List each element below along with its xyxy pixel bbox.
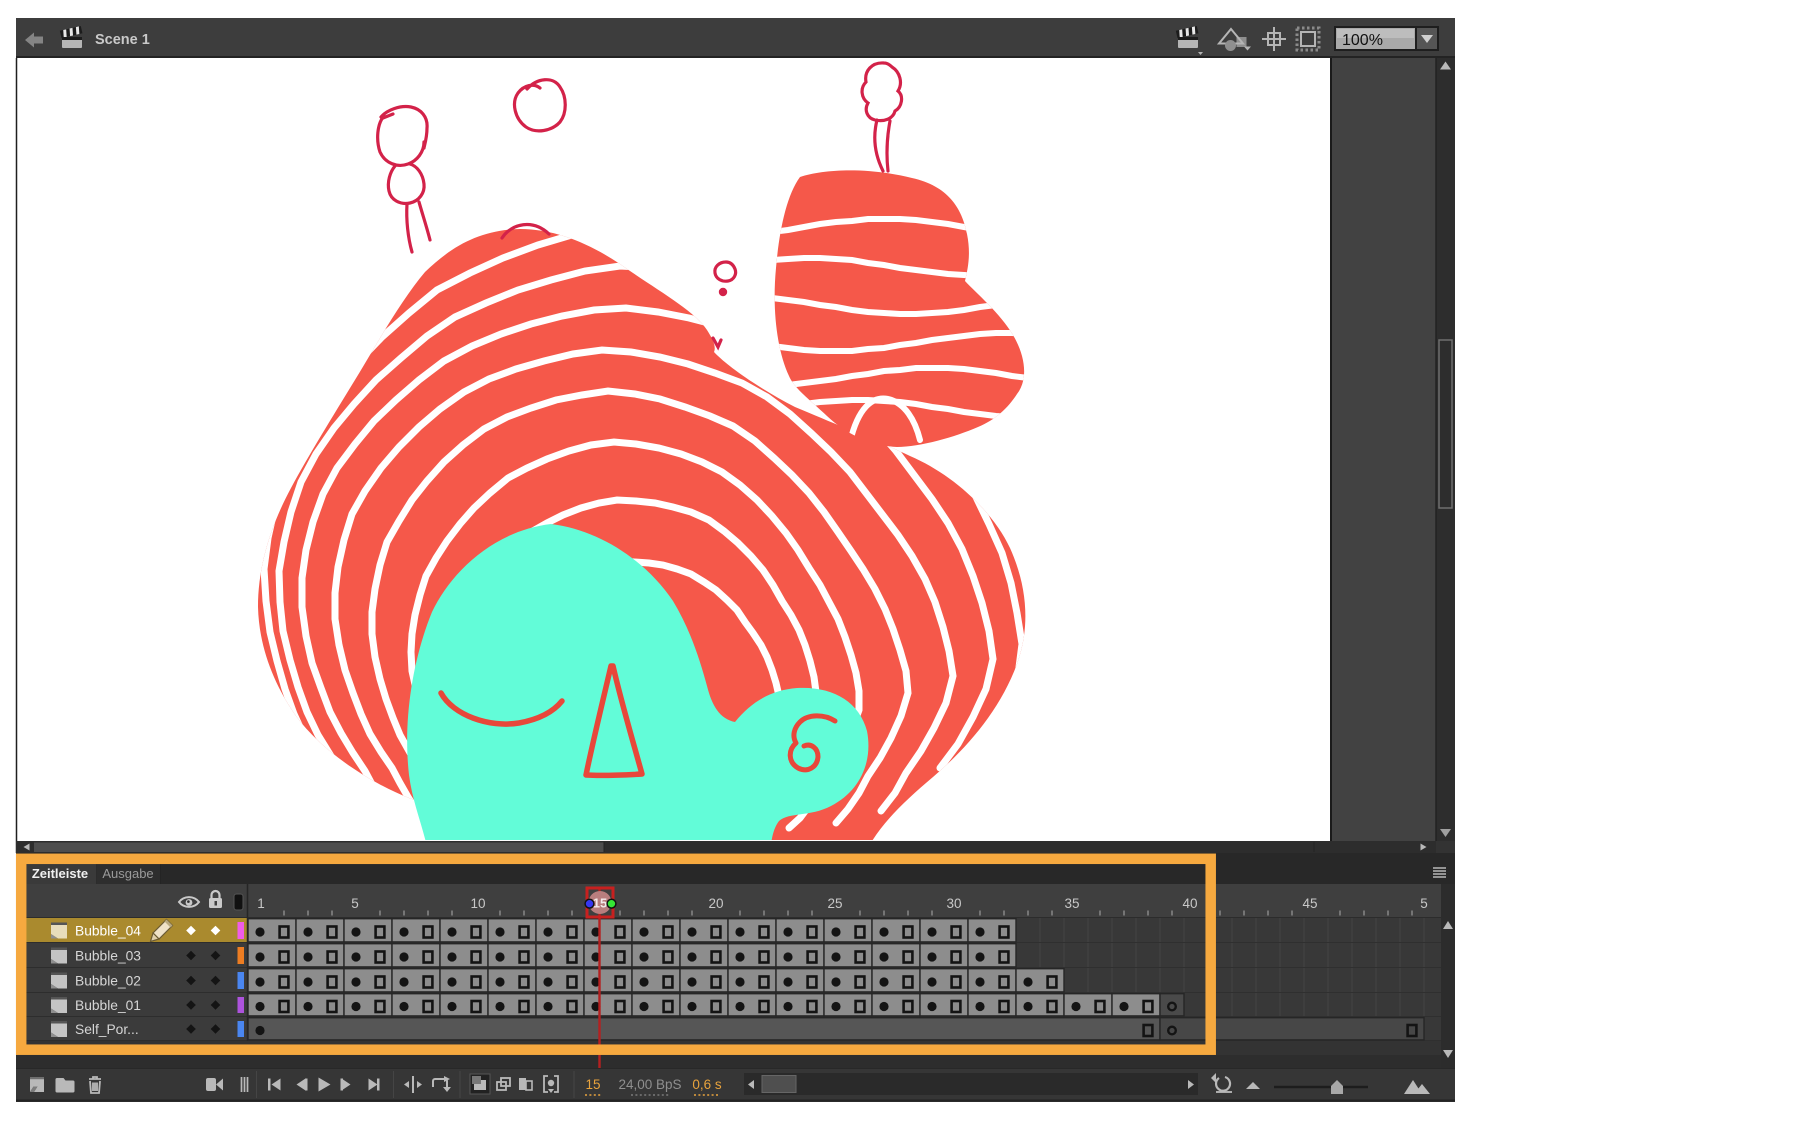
svg-text:Bubble_01: Bubble_01: [75, 998, 141, 1013]
svg-text:15: 15: [593, 896, 607, 911]
svg-text:35: 35: [1064, 896, 1079, 911]
svg-text:Self_Por...: Self_Por...: [75, 1022, 139, 1037]
svg-text:100%: 100%: [1342, 32, 1383, 49]
svg-text:25: 25: [827, 896, 842, 911]
svg-text:Zeitleiste: Zeitleiste: [32, 866, 88, 881]
svg-text:Bubble_04: Bubble_04: [75, 924, 141, 939]
svg-text:1: 1: [257, 896, 265, 911]
svg-text:40: 40: [1182, 896, 1197, 911]
svg-text:0,6 s: 0,6 s: [692, 1077, 722, 1092]
svg-text:20: 20: [708, 896, 723, 911]
svg-text:Bubble_02: Bubble_02: [75, 974, 141, 989]
svg-text:45: 45: [1302, 896, 1317, 911]
svg-text:5: 5: [351, 896, 359, 911]
svg-text:24,00 BpS: 24,00 BpS: [618, 1077, 681, 1092]
svg-text:5: 5: [1420, 896, 1428, 911]
svg-text:10: 10: [470, 896, 485, 911]
svg-text:Scene 1: Scene 1: [95, 32, 150, 48]
svg-text:15: 15: [585, 1077, 600, 1092]
svg-text:Bubble_03: Bubble_03: [75, 949, 141, 964]
svg-text:30: 30: [946, 896, 961, 911]
svg-text:Ausgabe: Ausgabe: [102, 866, 153, 881]
